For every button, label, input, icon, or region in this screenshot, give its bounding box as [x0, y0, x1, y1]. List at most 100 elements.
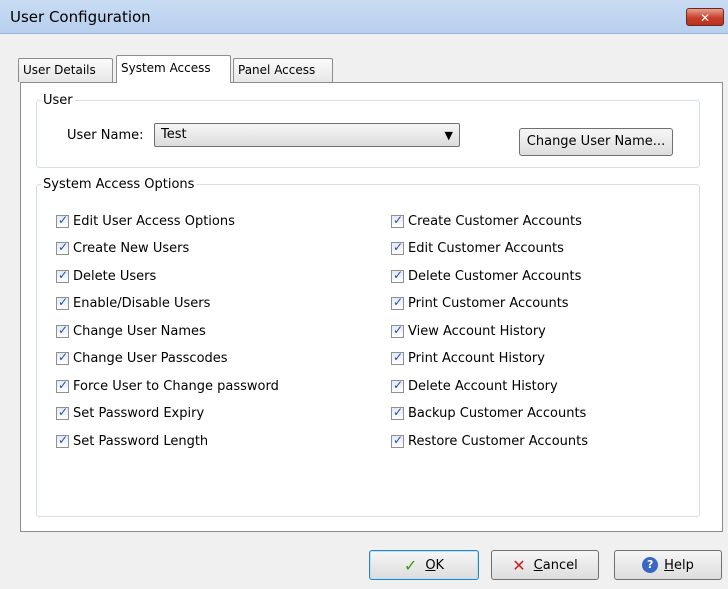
check-icon: ✓	[393, 295, 404, 309]
cancel-accel: C	[533, 557, 543, 573]
option-label: Set Password Expiry	[73, 406, 205, 421]
checkbox-box[interactable]: ✓	[391, 295, 404, 310]
user-name-label: User Name:	[67, 128, 144, 143]
option-checkbox[interactable]: ✓ Set Password Expiry	[56, 405, 204, 423]
option-checkbox[interactable]: ✓ Change User Passcodes	[56, 350, 228, 368]
check-icon: ✓	[393, 432, 404, 447]
option-label: Force User to Change password	[73, 378, 279, 394]
check-icon: ✓	[393, 322, 404, 337]
option-label: Create New Users	[73, 241, 190, 256]
tab-user-details[interactable]: User Details	[18, 58, 113, 82]
option-label: Create Customer Accounts	[408, 213, 582, 229]
help-button[interactable]: ? Help	[614, 550, 722, 580]
check-icon: ✓	[58, 350, 69, 364]
check-icon: ✓	[58, 295, 69, 309]
options-group-legend: System Access Options	[43, 177, 195, 192]
option-label: Edit User Access Options	[73, 213, 235, 229]
user-configuration-dialog: User Configuration ✕ User Details System…	[0, 0, 728, 589]
check-icon: ✓	[393, 267, 404, 282]
title-bar: User Configuration ✕	[0, 0, 728, 34]
cancel-label: Cancel	[534, 558, 578, 573]
help-rest: elp	[673, 557, 694, 573]
checkbox-box[interactable]: ✓	[391, 322, 404, 338]
check-icon: ✓	[58, 322, 69, 337]
user-name-dropdown[interactable]: Test ▼	[154, 123, 460, 147]
option-label: Enable/Disable Users	[73, 296, 211, 311]
option-checkbox[interactable]: ✓ Edit Customer Accounts	[391, 240, 564, 258]
checkbox-box[interactable]: ✓	[56, 377, 69, 393]
option-checkbox[interactable]: ✓ Force User to Change password	[56, 377, 279, 395]
ok-button[interactable]: ✓ OK	[369, 550, 479, 580]
option-checkbox[interactable]: ✓ Restore Customer Accounts	[391, 432, 588, 450]
checkbox-box[interactable]: ✓	[391, 405, 404, 420]
user-name-value: Test	[161, 127, 187, 142]
checkmark-icon: ✓	[403, 555, 418, 575]
checkbox-box[interactable]: ✓	[56, 432, 69, 448]
option-checkbox[interactable]: ✓ Edit User Access Options	[56, 212, 235, 230]
check-icon: ✓	[393, 377, 404, 392]
window-title: User Configuration	[10, 8, 151, 26]
option-checkbox[interactable]: ✓ Delete Customer Accounts	[391, 267, 581, 285]
check-icon: ✓	[58, 377, 69, 392]
change-user-name-button[interactable]: Change User Name...	[519, 128, 673, 156]
ok-label: OK	[425, 558, 444, 573]
option-checkbox[interactable]: ✓ Delete Account History	[391, 377, 558, 395]
ok-rest: K	[435, 557, 445, 573]
option-label: Delete Users	[73, 268, 157, 284]
option-checkbox[interactable]: ✓ Print Customer Accounts	[391, 295, 569, 313]
option-label: View Account History	[408, 323, 546, 339]
tab-panel-access[interactable]: Panel Access	[233, 58, 333, 82]
close-button[interactable]: ✕	[686, 8, 724, 26]
check-icon: ✓	[393, 240, 404, 254]
option-label: Print Account History	[408, 351, 545, 366]
checkbox-box[interactable]: ✓	[56, 350, 69, 365]
checkbox-box[interactable]: ✓	[56, 405, 69, 420]
checkbox-box[interactable]: ✓	[56, 322, 69, 338]
close-icon: ✕	[699, 11, 711, 25]
option-label: Change User Names	[73, 323, 206, 339]
cancel-button[interactable]: ✕ Cancel	[491, 550, 599, 580]
checkbox-box[interactable]: ✓	[391, 432, 404, 448]
checkbox-box[interactable]: ✓	[56, 267, 69, 283]
checkbox-box[interactable]: ✓	[391, 377, 404, 393]
option-label: Print Customer Accounts	[408, 296, 569, 311]
checkbox-box[interactable]: ✓	[391, 240, 404, 255]
option-checkbox[interactable]: ✓ Set Password Length	[56, 432, 208, 450]
cancel-rest: ancel	[542, 557, 578, 573]
checkbox-box[interactable]: ✓	[391, 267, 404, 283]
checkbox-box[interactable]: ✓	[391, 212, 404, 228]
option-checkbox[interactable]: ✓ Create Customer Accounts	[391, 212, 582, 230]
checkbox-box[interactable]: ✓	[56, 240, 69, 255]
checkbox-box[interactable]: ✓	[56, 295, 69, 310]
check-icon: ✓	[393, 212, 404, 227]
option-checkbox[interactable]: ✓ Delete Users	[56, 267, 156, 285]
checkbox-box[interactable]: ✓	[391, 350, 404, 365]
check-icon: ✓	[58, 212, 69, 227]
x-icon: ✕	[512, 555, 526, 575]
option-checkbox[interactable]: ✓ Print Account History	[391, 350, 545, 368]
option-checkbox[interactable]: ✓ Enable/Disable Users	[56, 295, 210, 313]
check-icon: ✓	[58, 432, 69, 447]
checkbox-box[interactable]: ✓	[56, 212, 69, 228]
option-checkbox[interactable]: ✓ Backup Customer Accounts	[391, 405, 586, 423]
tab-system-access[interactable]: System Access	[116, 55, 231, 83]
check-icon: ✓	[393, 350, 404, 364]
option-label: Restore Customer Accounts	[408, 433, 589, 449]
option-label: Change User Passcodes	[73, 351, 228, 366]
ok-accel: O	[425, 557, 436, 573]
option-label: Delete Customer Accounts	[408, 268, 582, 284]
help-accel: H	[664, 557, 674, 573]
chevron-down-icon: ▼	[444, 129, 453, 142]
check-icon: ✓	[58, 405, 69, 419]
option-checkbox[interactable]: ✓ View Account History	[391, 322, 546, 340]
check-icon: ✓	[393, 405, 404, 419]
system-access-panel: User User Name: Test ▼ Change User Name.…	[20, 82, 723, 532]
help-icon: ?	[642, 557, 659, 573]
help-label: Help	[664, 558, 694, 573]
check-icon: ✓	[58, 267, 69, 282]
option-checkbox[interactable]: ✓ Change User Names	[56, 322, 206, 340]
user-group-legend: User	[43, 93, 73, 108]
option-label: Backup Customer Accounts	[408, 406, 587, 421]
option-label: Delete Account History	[408, 378, 558, 394]
option-checkbox[interactable]: ✓ Create New Users	[56, 240, 189, 258]
